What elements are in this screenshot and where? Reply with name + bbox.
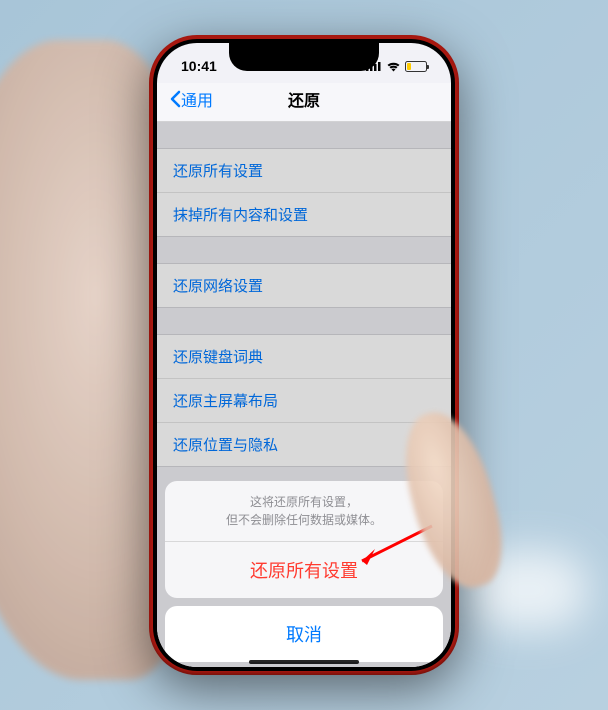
wifi-icon	[386, 61, 401, 72]
page-title: 还原	[288, 87, 320, 111]
battery-icon	[405, 61, 427, 72]
home-indicator[interactable]	[249, 660, 359, 664]
iphone-device: 10:41	[149, 35, 459, 675]
back-label: 通用	[181, 87, 213, 111]
cancel-button[interactable]: 取消	[165, 606, 443, 662]
phone-bezel: 10:41	[153, 39, 455, 671]
notch	[229, 43, 379, 71]
chevron-left-icon	[169, 90, 181, 108]
navigation-bar: 通用 还原	[157, 83, 451, 122]
back-button[interactable]: 通用	[169, 87, 213, 111]
content-area: 还原所有设置 抹掉所有内容和设置 还原网络设置 还原键盘词典 还原主屏幕布局 还…	[157, 122, 451, 667]
status-time: 10:41	[181, 58, 217, 74]
battery-level	[407, 63, 411, 70]
phone-screen: 10:41	[157, 43, 451, 667]
